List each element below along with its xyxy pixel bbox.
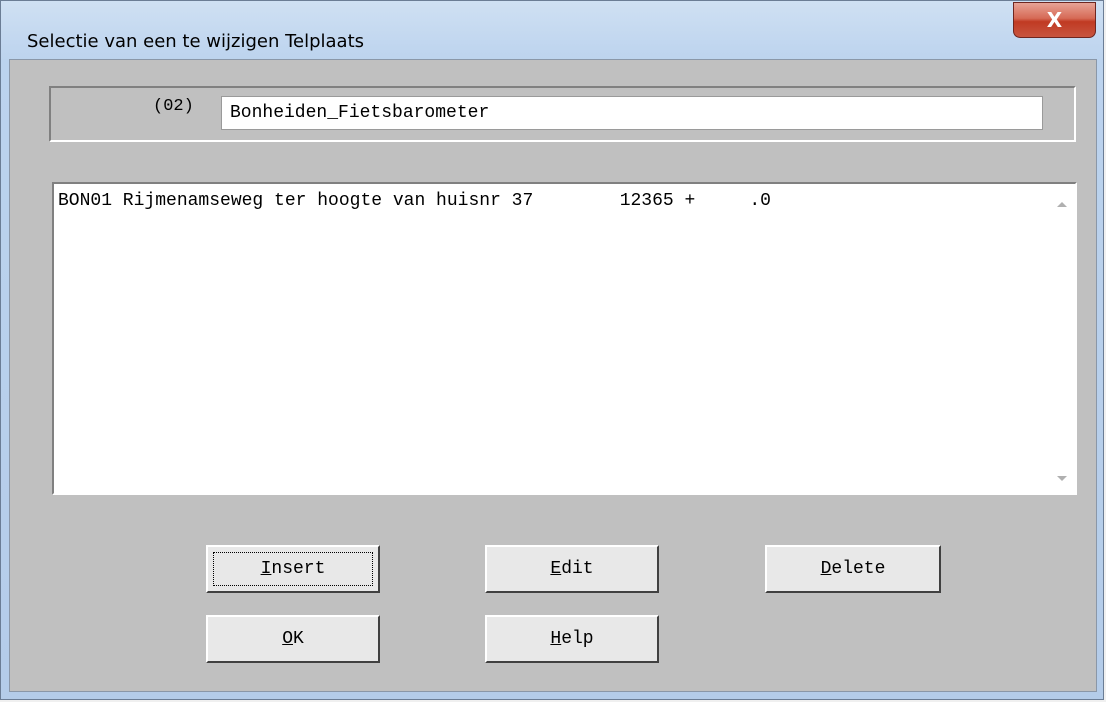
help-button-label: Help [550, 629, 594, 649]
dialog-body: (02) Bonheiden_Fietsbarometer BON01 Rijm… [9, 59, 1097, 692]
ok-button-label: OK [282, 629, 304, 649]
close-icon: X [1046, 8, 1063, 32]
ok-button[interactable]: OK [206, 615, 380, 663]
edit-button-label: Edit [550, 559, 594, 579]
delete-button[interactable]: Delete [765, 545, 941, 593]
telplaats-code: (02) [153, 97, 194, 116]
help-button[interactable]: Help [485, 615, 659, 663]
telplaats-name-field[interactable]: Bonheiden_Fietsbarometer [221, 96, 1043, 130]
dialog-window: Selectie van een te wijzigen Telplaats X… [0, 0, 1104, 700]
list-item[interactable]: BON01 Rijmenamseweg ter hoogte van huisn… [58, 191, 771, 211]
scroll-up-arrow-icon[interactable] [1057, 202, 1067, 207]
delete-button-label: Delete [820, 559, 886, 579]
scroll-down-arrow-icon[interactable] [1057, 476, 1067, 481]
window-title: Selectie van een te wijzigen Telplaats [27, 31, 365, 52]
telplaats-listbox[interactable]: BON01 Rijmenamseweg ter hoogte van huisn… [52, 182, 1077, 495]
insert-button[interactable]: Insert [206, 545, 380, 593]
insert-button-label: Insert [260, 559, 326, 579]
edit-button[interactable]: Edit [485, 545, 659, 593]
telplaats-header: (02) Bonheiden_Fietsbarometer [49, 86, 1076, 142]
close-button[interactable]: X [1013, 2, 1096, 38]
vertical-scrollbar[interactable] [1049, 184, 1075, 493]
